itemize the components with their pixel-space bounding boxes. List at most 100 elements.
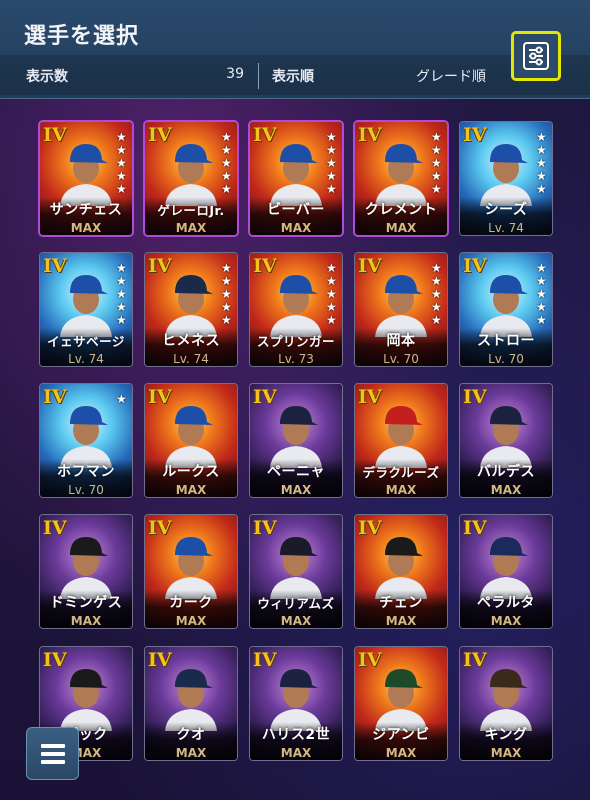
player-portrait	[270, 406, 322, 468]
player-level: MAX	[175, 746, 207, 760]
player-level: MAX	[385, 614, 417, 628]
player-card[interactable]: IV チェン MAX	[355, 515, 447, 628]
star-rating: ★ ★ ★ ★ ★	[431, 261, 442, 327]
player-level: MAX	[280, 614, 312, 628]
menu-button[interactable]	[26, 727, 79, 780]
player-card[interactable]: IV ★ ★ ★ ★ ★ ビーバー MAX	[250, 122, 342, 235]
player-card[interactable]: IV キング MAX	[460, 647, 552, 760]
player-card[interactable]: IV ドミンゲス MAX	[40, 515, 132, 628]
player-card[interactable]: IV カーク MAX	[145, 515, 237, 628]
player-name: カーク	[169, 595, 213, 611]
grade-badge: IV	[463, 124, 487, 146]
player-card[interactable]: IV ルークス MAX	[145, 384, 237, 497]
player-card[interactable]: IV バルデス MAX	[460, 384, 552, 497]
player-card[interactable]: IV ★ ★ ★ ★ ★ サンチェス MAX	[40, 122, 132, 235]
player-card[interactable]: IV ★ ★ ★ ★ ★ スプリンガー Lv. 73	[250, 253, 342, 366]
display-count-value: 39	[226, 66, 244, 82]
grade-badge: IV	[148, 124, 172, 146]
player-portrait	[480, 537, 532, 599]
player-name: ストロー	[477, 333, 535, 349]
star-rating: ★ ★ ★ ★ ★	[221, 261, 232, 327]
star-rating: ★ ★ ★ ★ ★	[116, 261, 127, 327]
grade-badge: IV	[43, 649, 67, 671]
player-name: デラクルーズ	[362, 465, 440, 480]
player-level: MAX	[385, 483, 417, 497]
player-card[interactable]: IV ★ ★ ★ ★ ★ 岡本 Lv. 70	[355, 253, 447, 366]
grade-badge: IV	[43, 124, 67, 146]
player-name: シーズ	[484, 202, 528, 218]
player-portrait	[60, 275, 112, 337]
player-level: MAX	[385, 221, 417, 235]
player-name: ルークス	[162, 464, 220, 480]
stat-divider	[258, 63, 259, 89]
player-portrait	[60, 144, 112, 206]
player-card[interactable]: IV ★ ★ ★ ★ ★ シーズ Lv. 74	[460, 122, 552, 235]
player-portrait	[375, 537, 427, 599]
player-name: ペーニャ	[267, 464, 325, 480]
grade-badge: IV	[463, 517, 487, 539]
player-card[interactable]: IV ★ ★ ★ ★ ★ クレメント MAX	[355, 122, 447, 235]
player-card[interactable]: IV ★ ホフマン Lv. 70	[40, 384, 132, 497]
grade-badge: IV	[148, 517, 172, 539]
player-card[interactable]: IV ★ ★ ★ ★ ★ ヒメネス Lv. 74	[145, 253, 237, 366]
player-card[interactable]: IV ハリス2世 MAX	[250, 647, 342, 760]
player-level: MAX	[70, 614, 102, 628]
grade-badge: IV	[358, 255, 382, 277]
player-level: MAX	[385, 746, 417, 760]
star-rating: ★	[116, 392, 127, 406]
player-portrait	[480, 406, 532, 468]
player-name: ヒメネス	[162, 333, 220, 349]
player-card[interactable]: IV ペラルタ MAX	[460, 515, 552, 628]
player-card[interactable]: IV ★ ★ ★ ★ ★ ストロー Lv. 70	[460, 253, 552, 366]
player-name: チェン	[379, 595, 423, 611]
player-name: ペラルタ	[477, 595, 535, 611]
grade-badge: IV	[148, 255, 172, 277]
player-portrait	[375, 144, 427, 206]
player-card[interactable]: IV ★ ★ ★ ★ ★ イェサベージ Lv. 74	[40, 253, 132, 366]
player-portrait	[60, 406, 112, 468]
player-level: Lv. 73	[278, 352, 314, 366]
grade-badge: IV	[43, 517, 67, 539]
player-portrait	[165, 406, 217, 468]
player-name: ウィリアムズ	[257, 596, 335, 611]
player-portrait	[270, 275, 322, 337]
filter-settings-button[interactable]	[511, 31, 561, 81]
player-card[interactable]: IV ジアンビ MAX	[355, 647, 447, 760]
player-card[interactable]: IV デラクルーズ MAX	[355, 384, 447, 497]
player-card[interactable]: IV ウィリアムズ MAX	[250, 515, 342, 628]
player-level: Lv. 70	[68, 483, 104, 497]
player-portrait	[270, 669, 322, 731]
player-level: MAX	[490, 614, 522, 628]
grade-badge: IV	[43, 255, 67, 277]
player-portrait	[375, 275, 427, 337]
player-name: ゲレーロJr.	[157, 203, 225, 218]
star-rating: ★ ★ ★ ★ ★	[536, 261, 547, 327]
display-stat-bar: 表示数 39 表示順 グレード順	[0, 55, 590, 95]
player-name: ビーバー	[267, 202, 325, 218]
grade-badge: IV	[148, 386, 172, 408]
player-name: クレメント	[364, 202, 438, 218]
hamburger-menu-icon	[40, 743, 65, 764]
grade-badge: IV	[148, 649, 172, 671]
player-card[interactable]: IV クオ MAX	[145, 647, 237, 760]
star-rating: ★ ★ ★ ★ ★	[221, 130, 232, 196]
grade-badge: IV	[463, 255, 487, 277]
player-name: バルデス	[477, 464, 535, 480]
player-portrait	[60, 669, 112, 731]
player-level: Lv. 74	[488, 221, 524, 235]
grade-badge: IV	[253, 386, 277, 408]
display-count-label: 表示数	[26, 69, 68, 85]
grade-badge: IV	[463, 649, 487, 671]
player-card[interactable]: IV ペーニャ MAX	[250, 384, 342, 497]
player-name: スプリンガー	[256, 334, 335, 349]
star-rating: ★ ★ ★ ★ ★	[326, 261, 337, 327]
player-portrait	[165, 275, 217, 337]
player-level: MAX	[280, 746, 312, 760]
player-portrait	[165, 537, 217, 599]
player-name: キング	[484, 727, 528, 743]
sort-order-selector[interactable]: グレード順	[380, 66, 486, 86]
player-level: Lv. 74	[173, 352, 209, 366]
player-card[interactable]: IV ★ ★ ★ ★ ★ ゲレーロJr. MAX	[145, 122, 237, 235]
player-name: ハリス2世	[261, 727, 331, 743]
player-level: MAX	[280, 221, 312, 235]
